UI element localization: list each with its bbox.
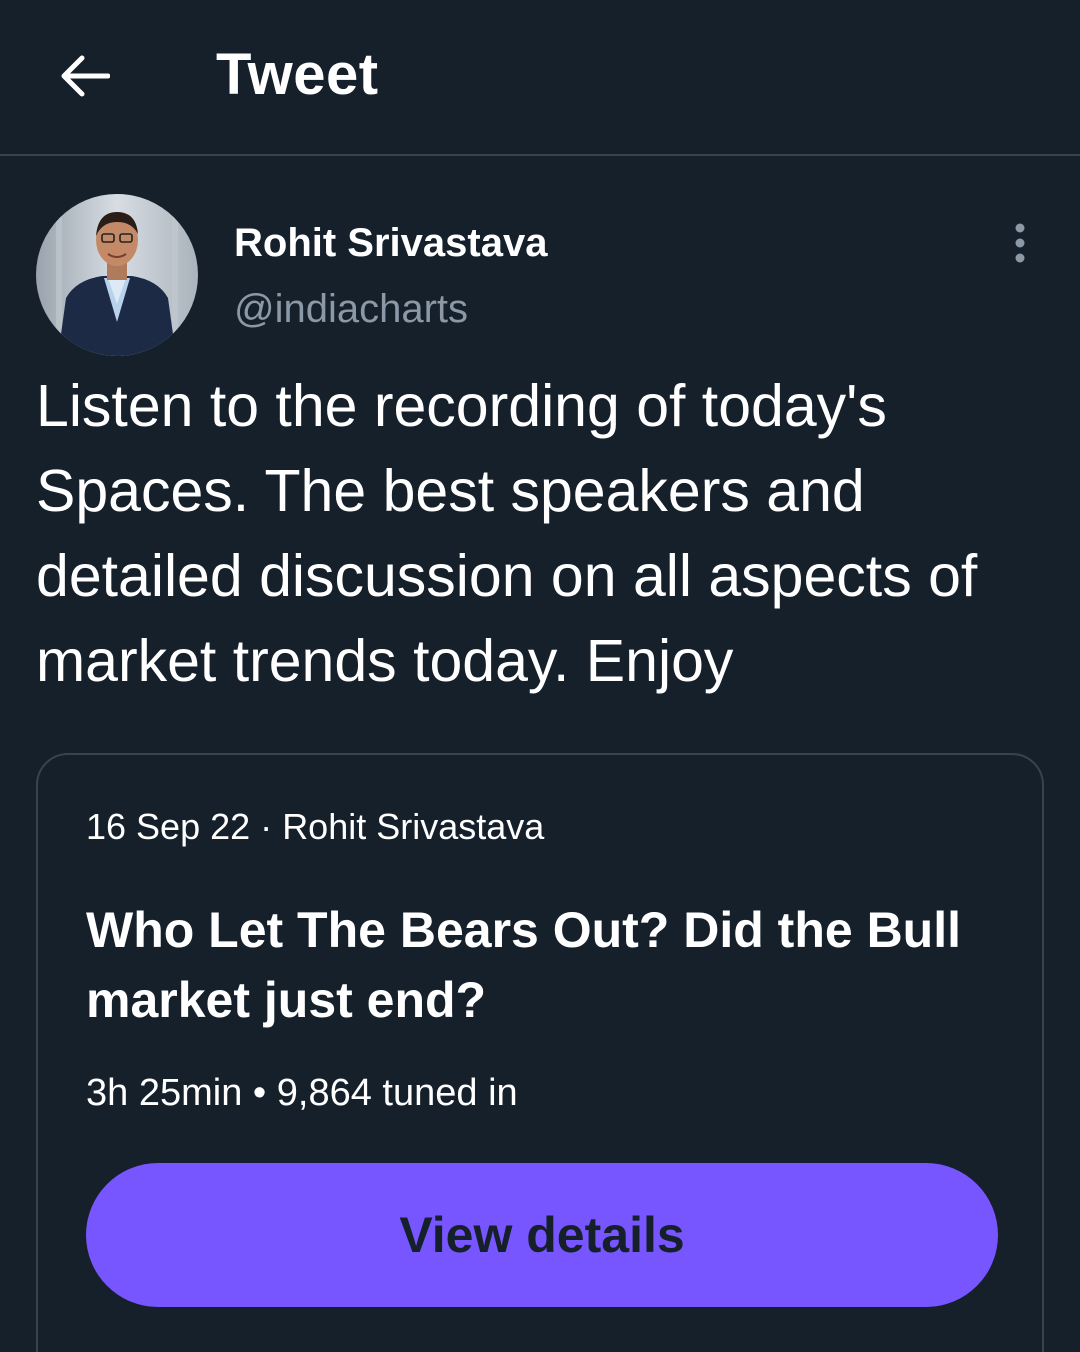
spaces-card[interactable]: 16 Sep 22 · Rohit Srivastava Who Let The… — [36, 753, 1044, 1352]
author-handle[interactable]: @indiacharts — [234, 284, 468, 334]
space-stats: 3h 25min • 9,864 tuned in — [86, 1069, 518, 1117]
more-options-button[interactable] — [1000, 218, 1040, 268]
arrow-left-icon — [61, 55, 110, 97]
more-vertical-icon — [1015, 223, 1025, 263]
back-button[interactable] — [52, 44, 116, 108]
space-title: Who Let The Bears Out? Did the Bull mark… — [86, 902, 961, 1028]
view-details-button[interactable]: View details — [86, 1163, 998, 1307]
space-host: Rohit Srivastava — [282, 806, 545, 847]
author-name[interactable]: Rohit Srivastava — [234, 218, 547, 268]
page-title: Tweet — [216, 42, 379, 107]
profile-photo — [36, 194, 198, 356]
avatar[interactable] — [36, 194, 198, 356]
space-duration: 3h 25min — [86, 1072, 243, 1114]
top-app-bar: Tweet — [0, 0, 1080, 156]
space-listeners: 9,864 tuned in — [276, 1072, 518, 1114]
space-date: 16 Sep 22 — [86, 806, 251, 847]
stats-separator: • — [252, 1072, 267, 1114]
tweet-text: Listen to the recording of today's Space… — [36, 373, 978, 694]
meta-separator: · — [260, 806, 273, 847]
space-meta: 16 Sep 22 · Rohit Srivastava — [86, 805, 544, 849]
